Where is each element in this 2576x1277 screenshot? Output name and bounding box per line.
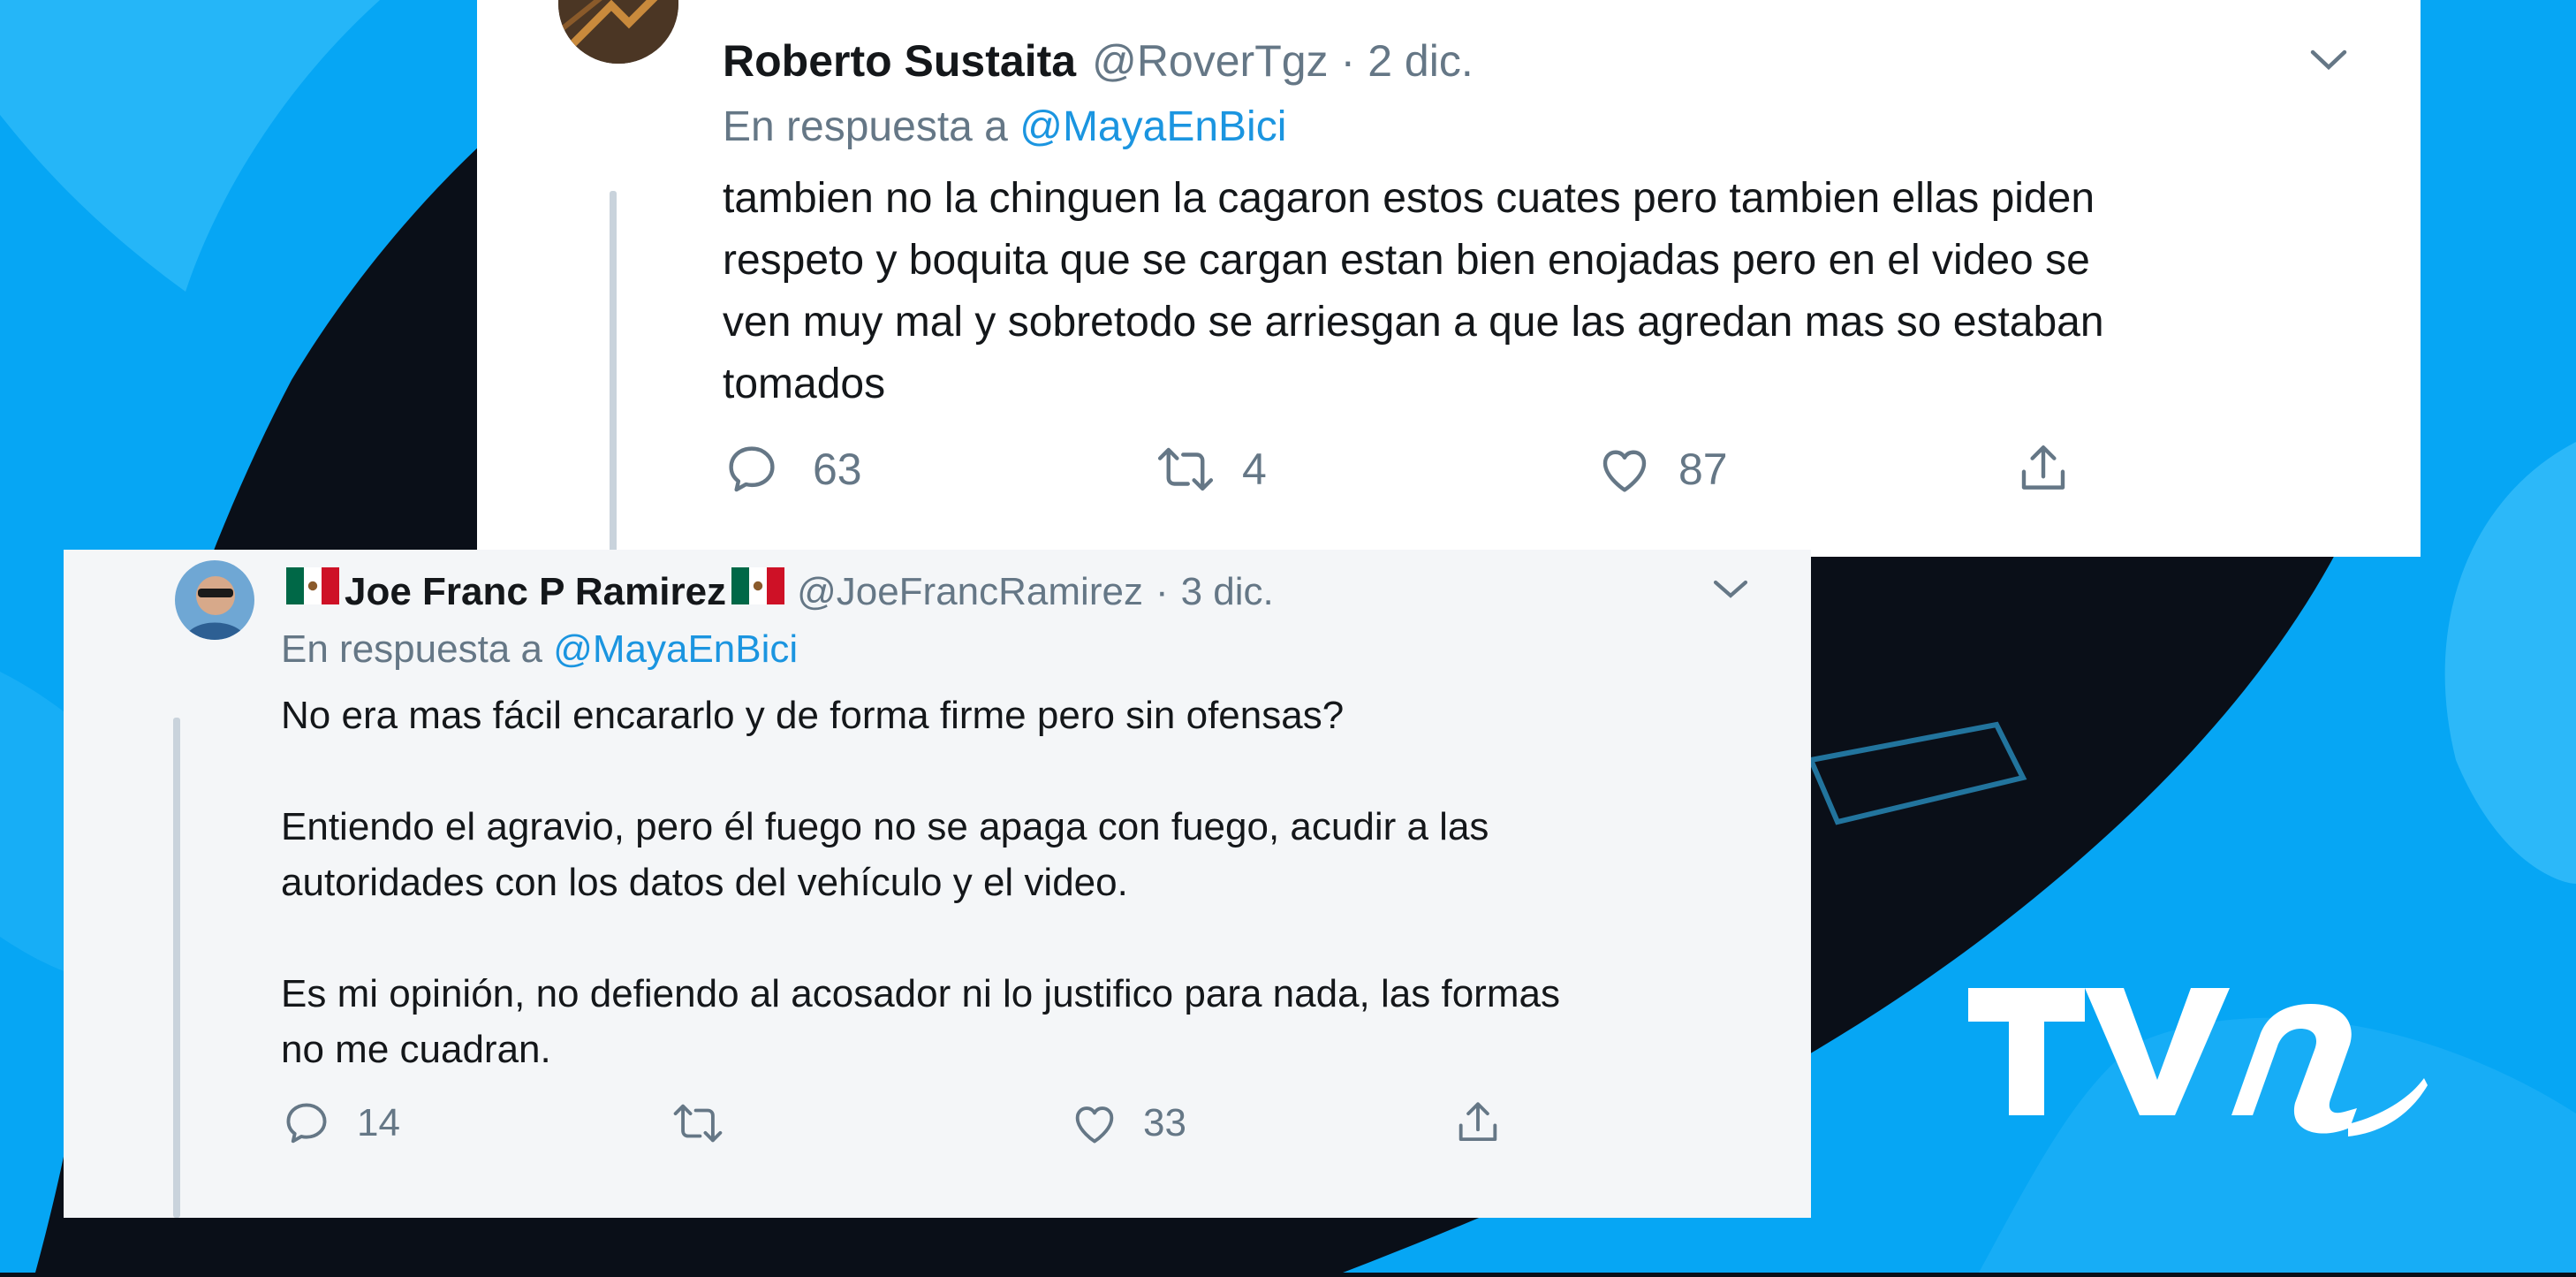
avatar[interactable] [558, 0, 678, 64]
share-button[interactable] [1452, 1098, 1504, 1149]
tweet-header: Roberto Sustaita @RoverTgz · 2 dic. [723, 35, 1474, 87]
reply-button[interactable]: 14 [281, 1098, 670, 1149]
chevron-down-icon[interactable] [2309, 48, 2348, 72]
tweet-header: Joe Franc P Ramirez @JoeFrancRamirez · 3… [281, 567, 1274, 614]
retweet-count: 4 [1242, 445, 1267, 494]
separator-dot: · [1155, 570, 1169, 613]
reply-bubble-icon [729, 446, 775, 492]
tweet-text: tambien no la chinguen la cagaron estos … [723, 175, 2104, 407]
like-count: 87 [1678, 445, 1728, 494]
mexico-flag-icon [286, 567, 339, 604]
mention-link[interactable]: @MayaEnBici [1019, 103, 1286, 150]
tvn-logo [1968, 988, 2428, 1136]
mexico-flag-icon [731, 567, 785, 604]
chevron-down-icon[interactable] [1712, 578, 1749, 601]
tweet-actions: 63 4 87 [723, 440, 2072, 498]
avatar[interactable] [175, 560, 254, 640]
mention-link[interactable]: @MayaEnBici [553, 627, 798, 671]
tweet-card[interactable]: Joe Franc P Ramirez @JoeFrancRamirez · 3… [64, 550, 1811, 1218]
tweet-date[interactable]: 2 dic. [1368, 35, 1474, 87]
heart-icon [1075, 1106, 1114, 1144]
share-icon [1458, 1102, 1497, 1142]
thread-line [610, 191, 617, 557]
tweet-actions: 14 33 [281, 1098, 1504, 1149]
heart-icon [1602, 450, 1647, 492]
retweet-button[interactable]: 4 [1154, 440, 1595, 498]
reply-context: En respuesta a @MayaEnBici [723, 103, 1286, 151]
like-button[interactable]: 33 [1069, 1098, 1452, 1149]
author-name[interactable]: Joe Franc P Ramirez [345, 570, 726, 614]
thread-line [173, 718, 180, 1218]
like-count: 33 [1143, 1101, 1186, 1144]
reply-bubble-icon [286, 1103, 327, 1144]
reply-count: 63 [813, 445, 862, 494]
share-icon [2021, 445, 2065, 490]
reply-prefix: En respuesta a [723, 103, 1020, 150]
tweet-date[interactable]: 3 dic. [1181, 570, 1274, 614]
author-handle[interactable]: @JoeFrancRamirez [797, 570, 1143, 614]
retweet-button[interactable] [670, 1098, 1069, 1149]
reply-button[interactable]: 63 [723, 440, 1154, 498]
author-handle[interactable]: @RoverTgz [1092, 35, 1328, 87]
share-button[interactable] [2014, 440, 2072, 498]
tweet-card[interactable]: Roberto Sustaita @RoverTgz · 2 dic. En r… [477, 0, 2421, 557]
author-name[interactable]: Roberto Sustaita [723, 35, 1076, 87]
tweet-text: No era mas fácil encararlo y de forma fi… [281, 694, 1560, 1071]
reply-context: En respuesta a @MayaEnBici [281, 627, 798, 672]
separator-dot: · [1340, 36, 1356, 86]
retweet-icon [673, 1104, 723, 1143]
reply-count: 14 [357, 1101, 400, 1144]
reply-prefix: En respuesta a [281, 627, 554, 671]
retweet-icon [1157, 447, 1214, 491]
like-button[interactable]: 87 [1595, 440, 2014, 498]
